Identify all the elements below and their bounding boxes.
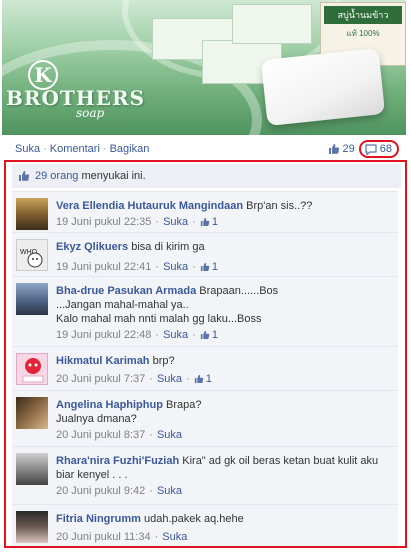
comment-text: udah.pakek aq.hehe	[144, 513, 244, 525]
comment-like-count[interactable]: 1	[200, 328, 218, 342]
comment-like-link[interactable]: Suka	[163, 215, 188, 229]
avatar[interactable]	[16, 198, 48, 230]
comment-text-line: Kalo mahal mah nnti malah gg laku...Boss	[56, 313, 262, 325]
comment-bubble-icon	[365, 143, 377, 155]
avatar[interactable]: WHO	[16, 239, 48, 271]
post-banner-image[interactable]: สบู่น้ำนมข้าว แท้ 100% K BROTHERS soap	[2, 0, 406, 135]
comment-item: Fitria Ningrumm udah.pakek aq.hehe 20 Ju…	[12, 504, 398, 546]
post-counts: 29 68	[328, 138, 399, 160]
comment-text: Brapaan......Bos	[199, 285, 279, 297]
comment-item: Angelina Haphiphup Brapa? Jualnya dmana?…	[12, 390, 398, 446]
comment-like-link[interactable]: Suka	[157, 484, 182, 498]
comment-like-count-value: 1	[211, 329, 218, 341]
avatar[interactable]	[16, 283, 48, 315]
like-count-value: 29	[342, 143, 355, 155]
separator: ·	[149, 373, 153, 385]
separator: ·	[102, 143, 107, 155]
avatar[interactable]	[16, 397, 48, 429]
comment-like-count-value: 1	[211, 216, 218, 228]
comment-timestamp[interactable]: 19 Juni pukul 22:35	[56, 215, 151, 229]
comment-timestamp[interactable]: 20 Juni pukul 9:42	[56, 484, 145, 498]
comment-timestamp[interactable]: 19 Juni pukul 22:48	[56, 328, 151, 342]
soap-bar	[260, 48, 386, 126]
thumbs-up-icon	[194, 374, 203, 384]
separator: ·	[155, 329, 160, 341]
comment-like-count[interactable]: 1	[194, 372, 212, 386]
thumbs-up-icon	[200, 330, 210, 340]
comment-text: Brp'an sis..??	[246, 200, 313, 212]
comment-text-line: Jualnya dmana?	[56, 413, 137, 425]
comment-text-line: biar kenyel . . .	[56, 469, 128, 481]
comment-item: Bha-drue Pasukan Armada Brapaan......Bos…	[12, 276, 398, 346]
separator: ·	[192, 216, 196, 228]
comment-text: Brapa?	[166, 399, 202, 411]
comment-timestamp[interactable]: 19 Juni pukul 22:41	[56, 260, 151, 274]
comment-author[interactable]: Ekyz Qlikuers	[56, 241, 128, 253]
comment-text: bisa di kirim ga	[131, 241, 205, 253]
avatar-drawing	[22, 358, 44, 383]
separator: ·	[192, 261, 196, 273]
comment-author[interactable]: Hikmatul Karimah	[56, 355, 150, 367]
comment-like-count-value: 1	[211, 261, 218, 273]
comment-like-count[interactable]: 1	[200, 260, 218, 274]
comment-timestamp[interactable]: 20 Juni pukul 7:37	[56, 372, 145, 386]
like-link[interactable]: Suka	[15, 143, 40, 155]
comment-text: Kira" ad gk oil beras ketan buat kulit a…	[182, 455, 379, 467]
separator: ·	[154, 531, 159, 543]
separator: ·	[155, 261, 160, 273]
comment-item: WHO Ekyz Qlikuers bisa di kirim ga 19 Ju…	[12, 232, 398, 276]
thumbs-up-icon	[200, 262, 210, 272]
comment-text-line: ...Jangan mahal-mahal ya..	[56, 299, 189, 311]
separator: ·	[186, 373, 190, 385]
thumbs-up-icon	[19, 171, 30, 181]
product-box	[232, 4, 312, 44]
avatar-drawing: WHO	[20, 249, 43, 268]
separator: ·	[155, 216, 160, 228]
comment-item: Rhara'nira Fuzhi'Fuziah Kira" ad gk oil …	[12, 446, 398, 504]
package-label: สบู่น้ำนมข้าว	[324, 6, 402, 24]
avatar[interactable]	[16, 511, 48, 543]
separator: ·	[149, 485, 153, 497]
likes-summary: 29 orang menyukai ini.	[12, 164, 401, 188]
comment-count-value: 68	[379, 143, 392, 155]
comment-like-link[interactable]: Suka	[157, 372, 182, 386]
brand-logo: K BROTHERS soap	[6, 60, 145, 120]
comment-timestamp[interactable]: 20 Juni pukul 8:37	[56, 428, 145, 442]
comment-author[interactable]: Fitria Ningrumm	[56, 513, 141, 525]
comment-author[interactable]: Bha-drue Pasukan Armada	[56, 285, 196, 297]
comment-author[interactable]: Angelina Haphiphup	[56, 399, 163, 411]
comment-timestamp[interactable]: 20 Juni pukul 11:34	[56, 530, 151, 544]
likes-suffix: menyukai ini.	[81, 170, 146, 182]
comment-link[interactable]: Komentari	[50, 143, 100, 155]
comment-like-link[interactable]: Suka	[163, 260, 188, 274]
comment-author[interactable]: Rhara'nira Fuzhi'Fuziah	[56, 455, 179, 467]
comment-like-count[interactable]: 1	[200, 215, 218, 229]
comments-panel: 29 orang menyukai ini. Vera Ellendia Hut…	[4, 160, 407, 548]
thumbs-up-icon	[200, 217, 210, 227]
comment-item: Hikmatul Karimah brp? 20 Juni pukul 7:37…	[12, 346, 398, 390]
comment-like-count-value: 1	[205, 373, 212, 385]
post-actions: Suka · Komentari · Bagikan	[15, 143, 149, 155]
comment-item: Vera Ellendia Hutauruk Mangindaan Brp'an…	[12, 191, 398, 232]
comment-author[interactable]: Vera Ellendia Hutauruk Mangindaan	[56, 200, 243, 212]
separator: ·	[149, 429, 153, 441]
avatar[interactable]	[16, 353, 48, 385]
package-sublabel: แท้ 100%	[346, 29, 380, 38]
comment-text: brp?	[152, 355, 175, 367]
separator: ·	[192, 329, 196, 341]
thumbs-up-icon	[328, 144, 339, 154]
like-count[interactable]: 29	[328, 143, 355, 155]
avatar[interactable]	[16, 453, 48, 485]
comment-like-link[interactable]: Suka	[157, 428, 182, 442]
likers-link[interactable]: 29 orang	[35, 170, 78, 182]
comment-like-link[interactable]: Suka	[163, 328, 188, 342]
separator: ·	[43, 143, 47, 155]
share-link[interactable]: Bagikan	[110, 143, 150, 155]
comment-like-link[interactable]: Suka	[162, 530, 187, 544]
comment-count[interactable]: 68	[358, 140, 399, 158]
